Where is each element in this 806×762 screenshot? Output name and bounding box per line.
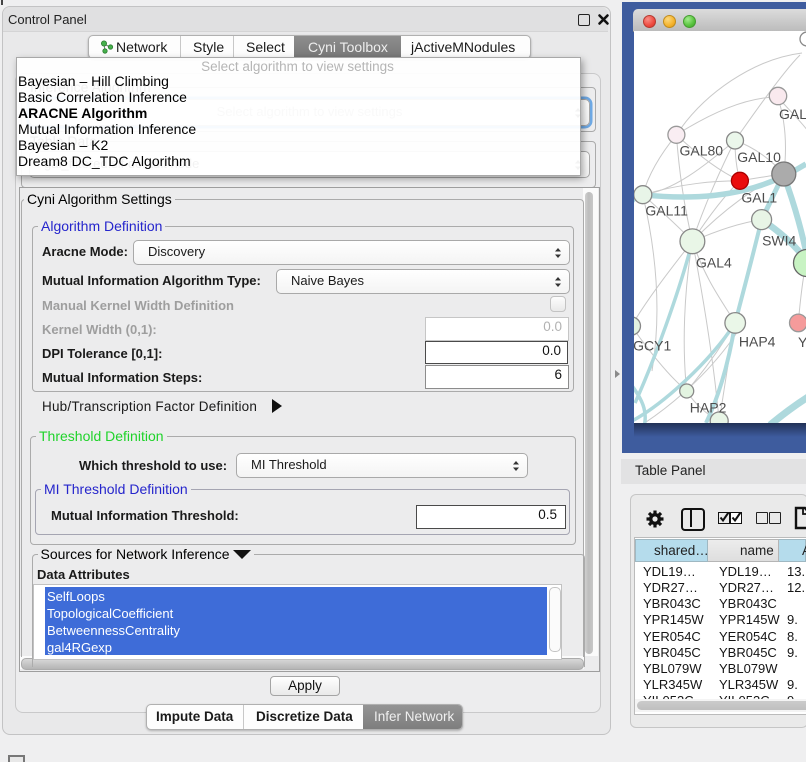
- svg-text:GAL10: GAL10: [737, 149, 781, 165]
- svg-text:GAL80: GAL80: [680, 143, 724, 159]
- svg-text:GAL11: GAL11: [645, 203, 688, 219]
- svg-text:SWI4: SWI4: [762, 233, 796, 249]
- svg-text:GAL4: GAL4: [696, 255, 732, 271]
- svg-text:GCY1: GCY1: [634, 338, 671, 354]
- svg-text:Y: Y: [798, 334, 806, 350]
- svg-text:GAL2: GAL2: [779, 106, 806, 122]
- svg-text:GAL1: GAL1: [741, 190, 777, 206]
- svg-text:HAP4: HAP4: [739, 334, 776, 350]
- svg-text:HAP2: HAP2: [690, 400, 727, 416]
